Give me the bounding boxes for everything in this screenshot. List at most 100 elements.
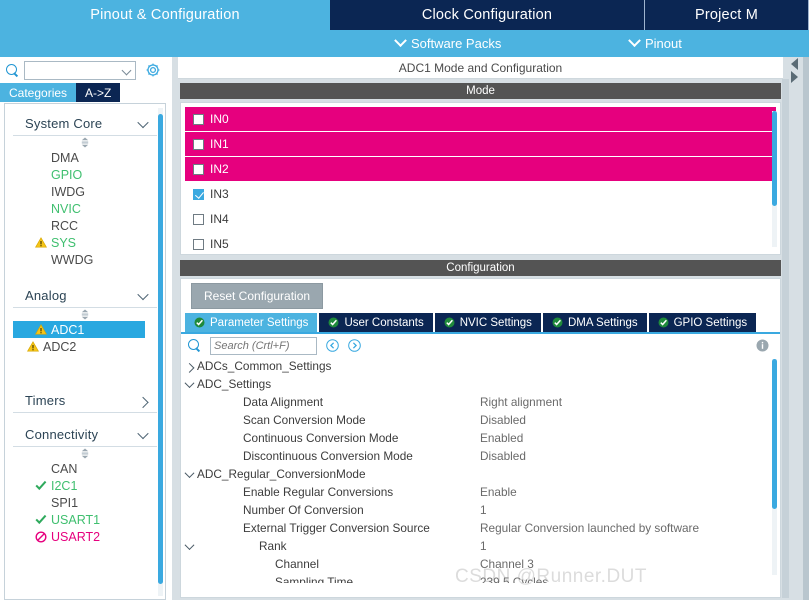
group-header-connectivity[interactable]: Connectivity (13, 423, 157, 447)
param-value[interactable]: Disabled (480, 449, 526, 463)
parameter-scrollbar-thumb[interactable] (772, 359, 777, 509)
sidebar-item-gpio[interactable]: GPIO (5, 166, 165, 183)
param-row-scan-conversion-mode[interactable]: Scan Conversion Mode Disabled (181, 411, 780, 429)
checkbox-in1[interactable] (193, 138, 204, 150)
param-value[interactable]: Right alignment (480, 395, 562, 409)
checkbox-in4[interactable] (193, 213, 204, 225)
param-row-external-trigger-conversion-source[interactable]: External Trigger Conversion Source Regul… (181, 519, 780, 537)
tab-gpio-settings[interactable]: GPIO Settings (648, 313, 757, 332)
tab-nvic-settings[interactable]: NVIC Settings (434, 313, 541, 332)
info-icon[interactable] (756, 339, 769, 352)
checkbox-in5[interactable] (193, 238, 204, 250)
param-row-data-alignment[interactable]: Data Alignment Right alignment (181, 393, 780, 411)
parameter-search-input[interactable] (211, 337, 314, 354)
expand-right-icon[interactable] (790, 71, 798, 83)
scroll-spinner-icon[interactable] (5, 136, 165, 149)
sidebar-scrollbar-track[interactable] (158, 108, 163, 596)
tab-label: Project M (694, 7, 759, 23)
collapse-left-icon[interactable] (790, 58, 798, 70)
param-row-adc-settings[interactable]: ADC_Settings (181, 375, 780, 393)
param-row-number-of-conversion[interactable]: Number Of Conversion 1 (181, 501, 780, 519)
mode-scrollbar-track[interactable] (772, 111, 777, 247)
tab-categories[interactable]: Categories (0, 83, 77, 102)
search-combobox[interactable] (24, 60, 136, 80)
param-value[interactable]: Disabled (480, 413, 526, 427)
gear-icon[interactable] (145, 62, 161, 78)
channel-row-in4[interactable]: IN4 (185, 207, 776, 231)
sidebar-item-label: I2C1 (51, 478, 78, 493)
param-row-channel[interactable]: Channel Channel 3 (181, 555, 780, 573)
chevron-down-icon[interactable] (121, 65, 132, 75)
scroll-spinner-icon[interactable] (5, 447, 165, 460)
scroll-spinner-icon[interactable] (5, 308, 165, 321)
tab-clock-configuration[interactable]: Clock Configuration (330, 0, 645, 30)
sidebar-item-sys[interactable]: SYS (5, 234, 165, 251)
sidebar-item-adc2[interactable]: ADC2 (5, 338, 165, 355)
sidebar-item-wwdg[interactable]: WWDG (5, 251, 165, 268)
sidebar-item-rcc[interactable]: RCC (5, 217, 165, 234)
sidebar-item-label: NVIC (51, 201, 81, 216)
param-row-continuous-conversion-mode[interactable]: Continuous Conversion Mode Enabled (181, 429, 780, 447)
sidebar-item-i2c1[interactable]: I2C1 (5, 477, 165, 494)
group-header-timers[interactable]: Timers (13, 389, 157, 413)
checkbox-in3[interactable] (193, 188, 204, 200)
group-header-system-core[interactable]: System Core (13, 112, 157, 136)
param-row-adc-regular-conversionmode[interactable]: ADC_Regular_ConversionMode (181, 465, 780, 483)
expander-icon[interactable] (181, 467, 197, 478)
parameter-scrollbar-track[interactable] (772, 359, 777, 575)
search-icon (188, 339, 201, 352)
sidebar-scrollbar-thumb[interactable] (158, 114, 163, 584)
menu-pinout[interactable]: Pinout (628, 30, 682, 57)
group-header-analog[interactable]: Analog (13, 284, 157, 308)
param-value[interactable]: Regular Conversion launched by software (480, 521, 699, 535)
param-value[interactable]: Enabled (480, 431, 523, 445)
sidebar-item-spi1[interactable]: SPI1 (5, 494, 165, 511)
expander-icon[interactable] (181, 539, 197, 550)
param-value[interactable]: 239.5 Cycles (480, 575, 548, 583)
checkbox-in2[interactable] (193, 163, 204, 175)
sidebar-item-adc1[interactable]: ADC1 (13, 321, 145, 338)
tab-user-constants[interactable]: User Constants (319, 313, 433, 332)
channel-row-in0[interactable]: IN0 (185, 107, 776, 131)
tab-label: User Constants (344, 316, 424, 329)
sidebar-item-usart2[interactable]: USART2 (5, 528, 165, 545)
channel-row-in2[interactable]: IN2 (185, 157, 776, 181)
mode-scrollbar-thumb[interactable] (772, 111, 777, 206)
checkbox-in0[interactable] (193, 113, 204, 125)
tab-pinout-and-configuration[interactable]: Pinout & Configuration (0, 0, 330, 30)
param-value[interactable]: Channel 3 (480, 557, 534, 571)
tab-a-to-z[interactable]: A->Z (76, 83, 121, 102)
sidebar-item-usart1[interactable]: USART1 (5, 511, 165, 528)
param-row-enable-regular-conversions[interactable]: Enable Regular Conversions Enable (181, 483, 780, 501)
menu-software-packs[interactable]: Software Packs (394, 30, 501, 57)
sidebar-item-iwdg[interactable]: IWDG (5, 183, 165, 200)
param-value[interactable]: Enable (480, 485, 517, 499)
parameter-search-box[interactable] (210, 336, 317, 355)
sidebar-item-label: IWDG (51, 184, 86, 199)
sidebar-item-can[interactable]: CAN (5, 460, 165, 477)
channel-row-in3[interactable]: IN3 (185, 182, 776, 206)
param-value[interactable]: 1 (480, 539, 487, 553)
tab-project-manager[interactable]: Project M (645, 0, 809, 30)
expander-icon[interactable] (181, 362, 197, 373)
sidebar-item-label: ADC2 (43, 339, 77, 354)
param-row-rank[interactable]: Rank 1 (181, 537, 780, 555)
expander-icon[interactable] (181, 377, 197, 388)
main-panel-scrollbar[interactable] (782, 79, 789, 598)
sidebar-item-nvic[interactable]: NVIC (5, 200, 165, 217)
group-label: Timers (25, 393, 66, 408)
search-input[interactable] (25, 61, 117, 79)
collapse-all-icon[interactable] (326, 339, 339, 352)
channel-row-in1[interactable]: IN1 (185, 132, 776, 156)
tab-dma-settings[interactable]: DMA Settings (542, 313, 647, 332)
expand-all-icon[interactable] (348, 339, 361, 352)
sidebar-item-dma[interactable]: DMA (5, 149, 165, 166)
chevron-down-icon (184, 467, 194, 478)
param-row-sampling-time[interactable]: Sampling Time 239.5 Cycles (181, 573, 780, 583)
param-value[interactable]: 1 (480, 503, 487, 517)
channel-row-in5[interactable]: IN5 (185, 232, 776, 254)
reset-configuration-button[interactable]: Reset Configuration (191, 283, 324, 309)
param-row-discontinuous-conversion-mode[interactable]: Discontinuous Conversion Mode Disabled (181, 447, 780, 465)
tab-parameter-settings[interactable]: Parameter Settings (185, 313, 318, 332)
param-row-adcs-common-settings[interactable]: ADCs_Common_Settings (181, 357, 780, 375)
